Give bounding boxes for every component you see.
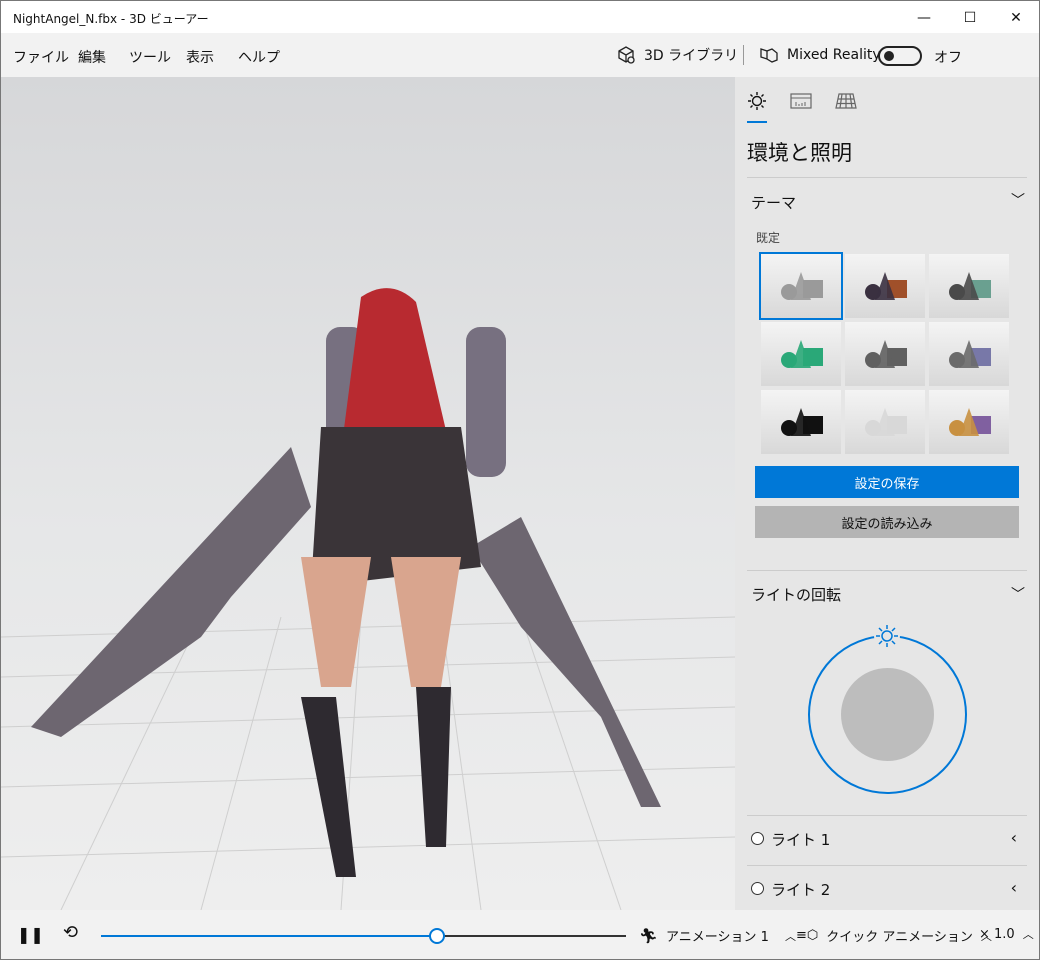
menu-bar: ファイル 編集 ツール 表示 ヘルプ 3D ライブラリ Mixed Realit… xyxy=(0,33,1040,77)
divider xyxy=(747,177,1027,178)
menu-tools[interactable]: ツール xyxy=(129,47,171,67)
character-model xyxy=(31,288,661,877)
toolbar-divider xyxy=(743,45,744,65)
timeline-thumb[interactable] xyxy=(429,928,445,944)
theme-preview-shapes xyxy=(865,340,907,368)
default-theme-label: 既定 xyxy=(756,231,781,245)
toggle-state-label: オフ xyxy=(934,50,962,66)
menu-file[interactable]: ファイル xyxy=(13,47,69,67)
sun-icon xyxy=(748,92,766,110)
theme-thumbnail[interactable] xyxy=(761,390,841,454)
light-1-item[interactable]: ライト 1 ‹ xyxy=(747,822,1027,858)
light-1-radio[interactable] xyxy=(751,832,764,845)
speed-selector[interactable]: × 1.0 ︿ xyxy=(979,926,1034,942)
load-settings-button[interactable]: 設定の読み込み xyxy=(755,506,1019,538)
quick-animation-selector[interactable]: ≡⬡ クイック アニメーション ︿ xyxy=(796,926,992,945)
menu-view[interactable]: 表示 xyxy=(186,47,214,67)
panel-heading: 環境と照明 xyxy=(747,141,852,165)
pause-button[interactable]: ❚❚ xyxy=(17,925,44,944)
divider xyxy=(747,865,1027,866)
3d-library-label: 3D ライブラリ xyxy=(644,48,739,64)
loop-icon: ⟲ xyxy=(63,922,79,943)
cube-search-icon xyxy=(618,46,635,64)
chevron-left-icon: ‹ xyxy=(1010,878,1017,897)
tab-stats[interactable] xyxy=(790,91,812,115)
window-title: NightAngel_N.fbx - 3D ビューアー xyxy=(13,12,209,26)
theme-thumbnail[interactable] xyxy=(929,390,1009,454)
light-1-label: ライト 1 xyxy=(771,831,831,849)
animation-bar: ❚❚ ⟲ 🏃︎ アニメーション 1 ︿ ≡⬡ クイック アニメーション ︿ × … xyxy=(0,910,1040,960)
theme-preview-shapes xyxy=(949,272,991,300)
pause-icon: ❚❚ xyxy=(17,925,44,944)
theme-thumbnail[interactable] xyxy=(929,322,1009,386)
theme-preview-shapes xyxy=(865,408,907,436)
theme-preview-shapes xyxy=(949,340,991,368)
mixed-reality-label: Mixed Reality xyxy=(787,47,881,63)
maximize-button[interactable]: ☐ xyxy=(947,1,993,34)
theme-thumbnail[interactable] xyxy=(929,254,1009,318)
theme-preview-shapes xyxy=(781,408,823,436)
light-sphere xyxy=(841,668,934,761)
chevron-up-icon: ︿ xyxy=(1022,928,1034,941)
3d-viewport[interactable] xyxy=(0,77,735,910)
theme-section-header[interactable]: テーマ ﹀ xyxy=(747,182,1027,220)
running-figure-icon: 🏃︎ xyxy=(639,926,659,945)
light-2-label: ライト 2 xyxy=(771,881,831,899)
3d-library-button[interactable]: 3D ライブラリ xyxy=(616,45,738,65)
menu-help[interactable]: ヘルプ xyxy=(238,47,280,67)
light-2-item[interactable]: ライト 2 ‹ xyxy=(747,872,1027,908)
save-settings-button[interactable]: 設定の保存 xyxy=(755,466,1019,498)
mixed-reality-icon xyxy=(760,48,778,63)
animation-selector[interactable]: 🏃︎ アニメーション 1 ︿ xyxy=(639,926,796,946)
loop-button[interactable]: ⟲ xyxy=(63,922,78,943)
theme-thumbnail[interactable] xyxy=(845,254,925,318)
close-button[interactable]: ✕ xyxy=(993,1,1039,34)
menu-edit[interactable]: 編集 xyxy=(78,47,106,67)
grid-icon xyxy=(835,93,857,109)
light-rotation-label: ライトの回転 xyxy=(751,586,842,604)
tab-grid[interactable] xyxy=(835,91,857,115)
timeline-progress xyxy=(101,935,437,937)
light-2-radio[interactable] xyxy=(751,882,764,895)
minimize-button[interactable]: — xyxy=(901,1,947,34)
animation-label: アニメーション 1 xyxy=(666,930,769,945)
theme-thumbnail[interactable] xyxy=(845,390,925,454)
tab-lighting[interactable] xyxy=(747,91,767,123)
theme-preview-shapes xyxy=(781,272,823,300)
theme-preview-shapes xyxy=(949,408,991,436)
environment-panel: 環境と照明 テーマ ﹀ 既定 設定の保存 設定の読み込み ライトの回転 ﹀ ライ… xyxy=(735,77,1040,910)
theme-thumbnail[interactable] xyxy=(759,252,843,320)
quick-animation-icon: ≡⬡ xyxy=(796,928,819,943)
stats-icon xyxy=(790,93,812,109)
theme-preview-shapes xyxy=(781,340,823,368)
active-tab-indicator xyxy=(747,121,767,123)
chevron-up-icon: ︿ xyxy=(784,929,796,943)
light-rotation-dial[interactable] xyxy=(808,635,967,794)
chevron-down-icon: ﹀ xyxy=(1011,193,1025,209)
chevron-down-icon: ﹀ xyxy=(1011,587,1025,603)
chevron-left-icon: ‹ xyxy=(1010,828,1017,847)
divider xyxy=(747,815,1027,816)
model-scene xyxy=(1,288,735,910)
theme-preview-shapes xyxy=(865,272,907,300)
sun-icon xyxy=(876,625,898,647)
quick-animation-label: クイック アニメーション xyxy=(826,930,973,945)
theme-thumbnail[interactable] xyxy=(845,322,925,386)
mixed-reality-button[interactable]: Mixed Reality xyxy=(759,45,881,65)
title-bar: NightAngel_N.fbx - 3D ビューアー — ☐ ✕ xyxy=(0,0,1040,33)
light-handle[interactable] xyxy=(874,623,900,649)
timeline-slider[interactable] xyxy=(101,928,626,944)
theme-thumbnail[interactable] xyxy=(761,322,841,386)
speed-label: × 1.0 xyxy=(979,926,1015,942)
toggle-knob xyxy=(884,51,894,61)
mixed-reality-toggle[interactable] xyxy=(878,46,922,66)
divider xyxy=(747,570,1027,571)
theme-label: テーマ xyxy=(751,194,797,212)
light-rotation-header[interactable]: ライトの回転 ﹀ xyxy=(747,577,1027,613)
